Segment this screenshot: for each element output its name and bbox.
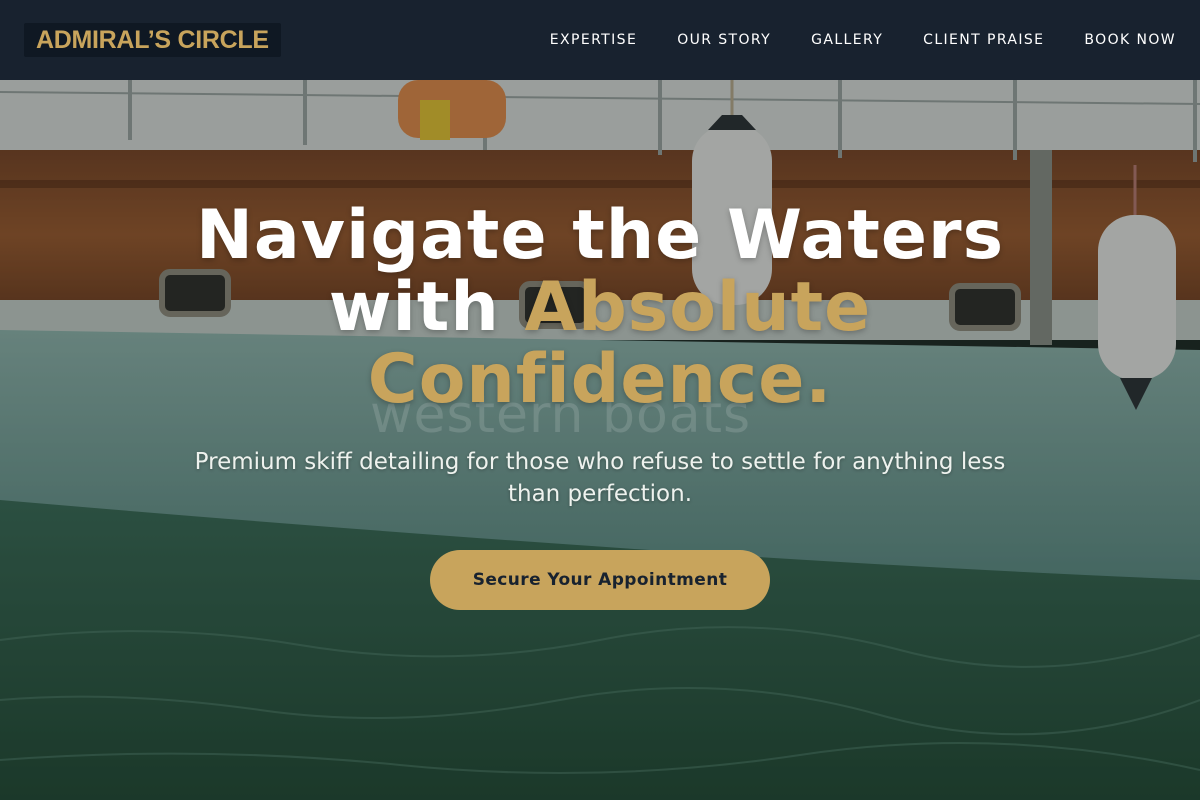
hero-subtitle: Premium skiff detailing for those who re…	[194, 449, 1006, 507]
secure-appointment-button[interactable]: Secure Your Appointment	[430, 550, 770, 610]
main-nav: EXPERTISE OUR STORY GALLERY CLIENT PRAIS…	[510, 32, 1176, 48]
headline-line-3-accent: Confidence.	[367, 340, 833, 419]
hero-content: Navigate the Waters with Absolute Confid…	[0, 200, 1200, 610]
nav-expertise[interactable]: EXPERTISE	[550, 32, 637, 48]
brand-logo[interactable]: ADMIRAL’S CIRCLE	[24, 23, 281, 57]
hero-headline: Navigate the Waters with Absolute Confid…	[0, 200, 1200, 416]
nav-gallery[interactable]: GALLERY	[811, 32, 883, 48]
nav-our-story[interactable]: OUR STORY	[677, 32, 771, 48]
nav-book-now[interactable]: BOOK NOW	[1084, 32, 1176, 48]
headline-line-2-accent: Absolute	[524, 268, 872, 347]
headline-line-1: Navigate the Waters	[195, 196, 1005, 275]
nav-client-praise[interactable]: CLIENT PRAISE	[923, 32, 1044, 48]
top-navbar: ADMIRAL’S CIRCLE EXPERTISE OUR STORY GAL…	[0, 0, 1200, 80]
headline-line-2-plain: with	[328, 268, 525, 347]
